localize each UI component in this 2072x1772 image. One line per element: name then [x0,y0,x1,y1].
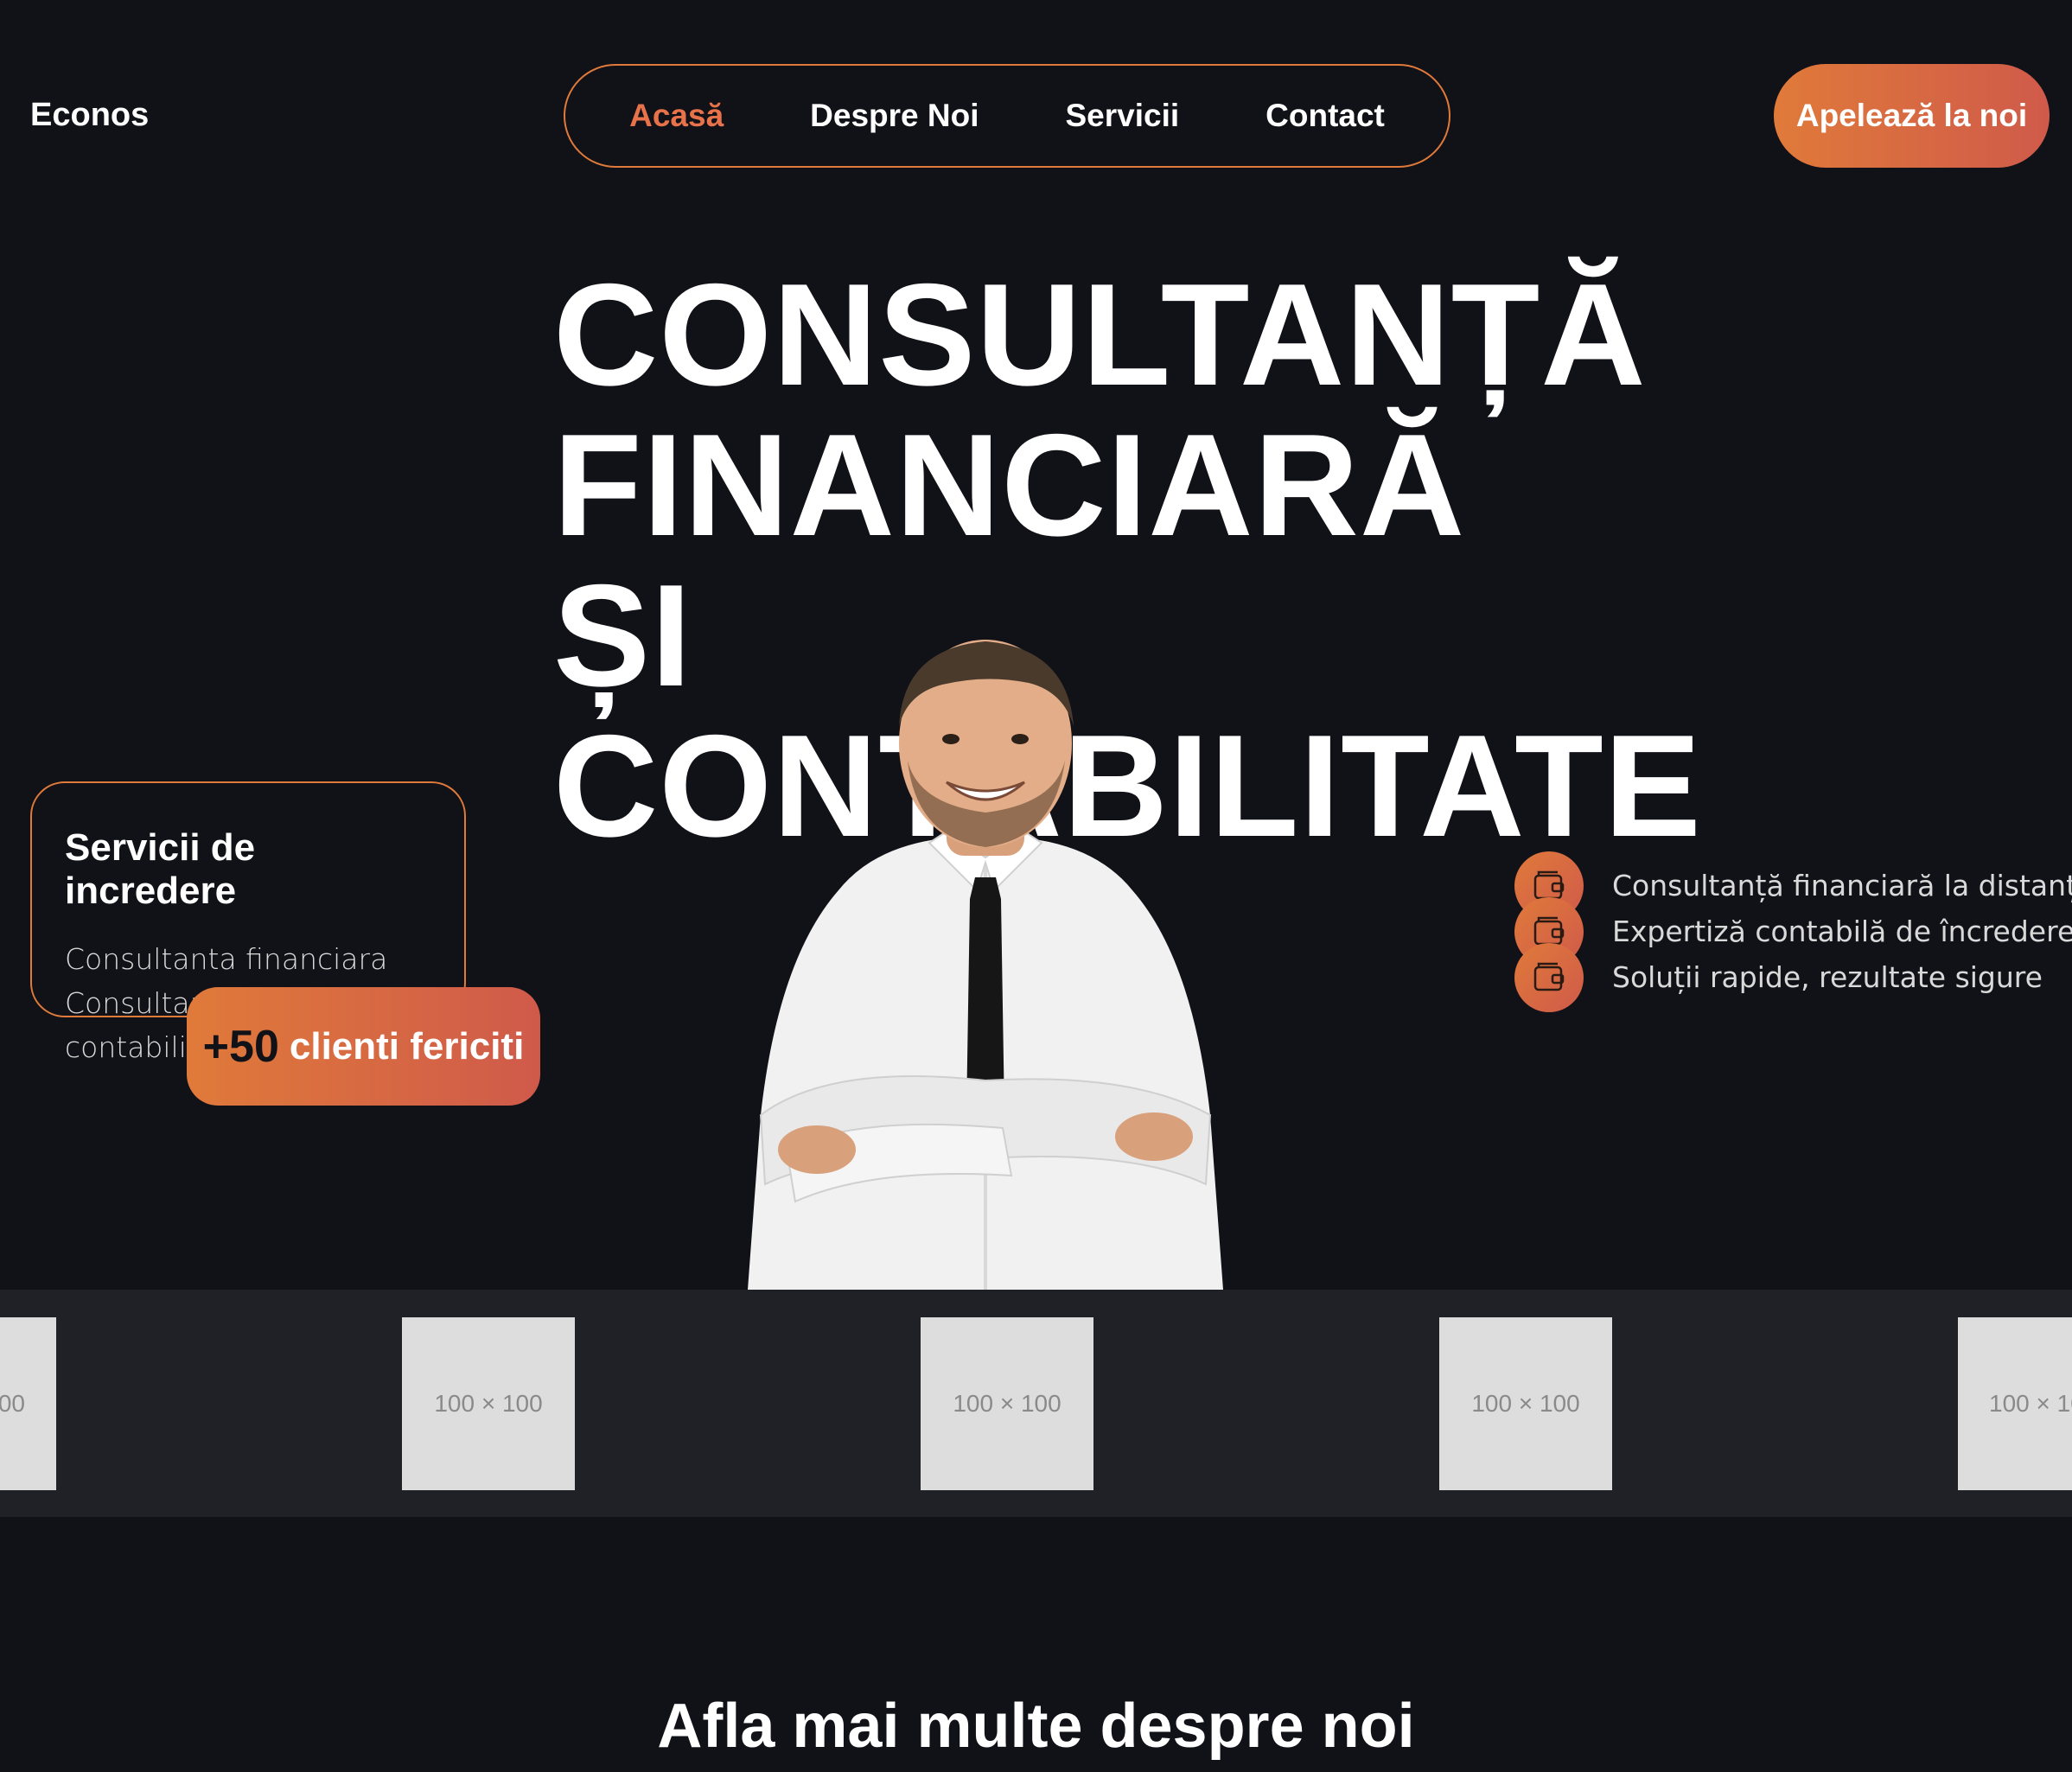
hero-title-line-1: CONSULTANȚĂ [553,253,1647,416]
partner-logos-strip: 100 × 100 100 × 100 100 × 100 100 × 100 … [0,1290,2072,1517]
partner-logo-placeholder: 100 × 100 [921,1317,1093,1490]
clients-count: +50 [202,1021,279,1072]
feature-text: Soluții rapide, rezultate sigure [1612,960,2043,994]
wallet-icon [1514,942,1584,1012]
services-card-line: Consultanta financiara [65,942,388,976]
consultant-photo [748,640,1223,1290]
nav-item-contact[interactable]: Contact [1266,98,1385,134]
feature-item: Expertiză contabilă de încredere [1514,896,2072,966]
happy-clients-badge: +50 clienti fericiti [187,987,540,1106]
services-card-title: Servicii de incredere [65,826,256,912]
partner-logo-placeholder: 100 × 100 [402,1317,575,1490]
main-nav: Acasă Despre Noi Servicii Contact [564,64,1450,168]
features-list: Consultanță financiară la distanță Exper… [1514,851,2072,1012]
nav-item-servicii[interactable]: Servicii [1065,98,1179,134]
nav-item-acasa[interactable]: Acasă [629,98,724,134]
partner-logo-placeholder: 100 × 100 [0,1317,56,1490]
partner-logo-placeholder: 100 × 100 [1958,1317,2072,1490]
about-section-title: Afla mai multe despre noi [657,1692,1415,1761]
brand-logo[interactable]: Econos [30,97,149,134]
site-header: Econos Acasă Despre Noi Servicii Contact… [0,0,2072,207]
nav-item-despre-noi[interactable]: Despre Noi [810,98,979,134]
trusted-services-card: Servicii de incredere Consultanta financ… [30,781,466,1064]
feature-item: Soluții rapide, rezultate sigure [1514,942,2068,1012]
feature-item: Consultanță financiară la distanță [1514,851,2072,921]
feature-text: Consultanță financiară la distanță [1612,869,2072,902]
call-us-button[interactable]: Apelează la noi [1774,64,2050,168]
clients-label: clienti fericiti [289,1024,525,1068]
feature-text: Expertiză contabilă de încredere [1612,915,2072,948]
partner-logo-placeholder: 100 × 100 [1439,1317,1612,1490]
